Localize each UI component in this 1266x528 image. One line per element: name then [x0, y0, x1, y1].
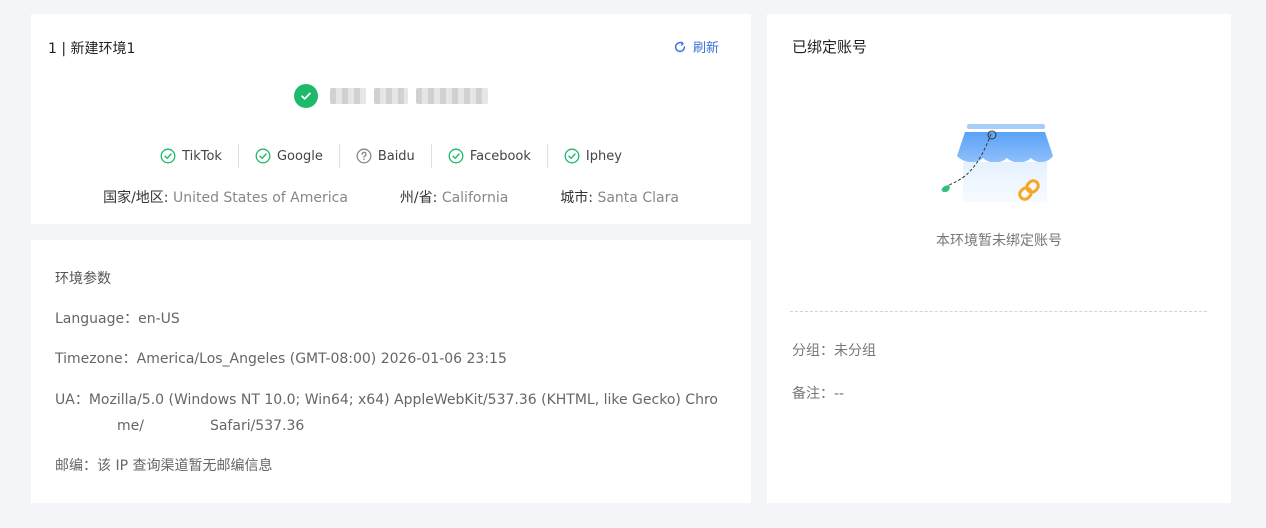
param-language: Language：en-US: [55, 306, 735, 332]
check-item-baidu: Baidu: [338, 144, 431, 168]
check-circle-outline-icon: [448, 148, 464, 164]
param-language-value: en-US: [138, 311, 180, 327]
geo-state-label: 州/省:: [399, 190, 438, 206]
param-ua-line2a: me/: [117, 418, 144, 434]
geo-city-label: 城市:: [560, 190, 594, 206]
geo-city: 城市: Santa Clara: [560, 187, 679, 207]
geo-info: 国家/地区: United States of America 州/省: Cal…: [31, 187, 751, 207]
bound-accounts-title: 已绑定账号: [792, 38, 868, 56]
check-circle-icon: [294, 84, 318, 108]
refresh-button[interactable]: 刷新: [673, 37, 719, 56]
refresh-label: 刷新: [692, 41, 719, 56]
geo-state-value: California: [441, 190, 509, 206]
env-title: 1 | 新建环境1: [48, 41, 136, 57]
params-title: 环境参数: [55, 271, 111, 287]
group-info: 分组：未分组: [792, 340, 876, 360]
group-value: 未分组: [834, 343, 876, 359]
param-ua-line2: me/Safari/537.36: [117, 413, 304, 439]
param-timezone: Timezone：America/Los_Angeles (GMT-08:00)…: [55, 346, 735, 372]
check-label: Facebook: [469, 148, 531, 164]
geo-country-label: 国家/地区:: [103, 190, 169, 206]
divider: [790, 311, 1207, 312]
check-item-tiktok: TikTok: [144, 144, 238, 168]
platform-checks: TikTok Google Baidu Facebook Iphey: [31, 144, 751, 168]
check-label: Google: [276, 148, 323, 164]
check-label: Baidu: [377, 148, 415, 164]
note-info: 备注：--: [792, 383, 844, 403]
geo-state: 州/省: California: [400, 187, 508, 207]
env-status-card: 1 | 新建环境1 刷新 TikTok Google Baidu Faceboo…: [31, 14, 751, 224]
param-zip: 邮编：该 IP 查询渠道暂无邮编信息: [55, 453, 735, 479]
param-ua-label: UA：: [55, 392, 89, 408]
check-circle-outline-icon: [564, 148, 580, 164]
check-circle-outline-icon: [255, 148, 271, 164]
check-item-facebook: Facebook: [430, 144, 547, 168]
check-item-iphey: Iphey: [546, 144, 638, 168]
param-timezone-label: Timezone：: [55, 351, 137, 367]
param-ua-line1: Mozilla/5.0 (Windows NT 10.0; Win64; x64…: [88, 392, 718, 408]
env-params-card: 环境参数 Language：en-US Timezone：America/Los…: [31, 240, 751, 503]
param-timezone-value: America/Los_Angeles (GMT-08:00) 2026-01-…: [136, 351, 507, 367]
param-zip-value: 该 IP 查询渠道暂无邮编信息: [97, 458, 273, 474]
ip-row: [31, 84, 751, 108]
empty-store-illustration-icon: [941, 124, 1053, 202]
param-ua: UA：Mozilla/5.0 (Windows NT 10.0; Win64; …: [55, 387, 735, 439]
check-label: Iphey: [585, 148, 622, 164]
param-zip-label: 邮编：: [55, 458, 97, 474]
note-label: 备注：: [792, 386, 834, 402]
group-label: 分组：: [792, 343, 834, 359]
note-value: --: [834, 386, 845, 402]
empty-accounts-text: 本环境暂未绑定账号: [936, 233, 1062, 249]
param-language-label: Language：: [55, 311, 139, 327]
check-item-google: Google: [237, 144, 339, 168]
bound-accounts-card: 已绑定账号 本环境暂未绑定账号 分组：未分组 备注：--: [767, 14, 1231, 503]
refresh-icon: [674, 40, 686, 52]
ip-address-redacted: [330, 88, 488, 104]
geo-city-value: Santa Clara: [597, 190, 679, 206]
check-label: TikTok: [182, 148, 222, 164]
question-circle-icon: [356, 148, 372, 164]
geo-country: 国家/地区: United States of America: [103, 187, 348, 207]
geo-country-value: United States of America: [172, 190, 348, 206]
param-ua-line2b: Safari/537.36: [209, 418, 305, 434]
check-circle-outline-icon: [160, 148, 176, 164]
